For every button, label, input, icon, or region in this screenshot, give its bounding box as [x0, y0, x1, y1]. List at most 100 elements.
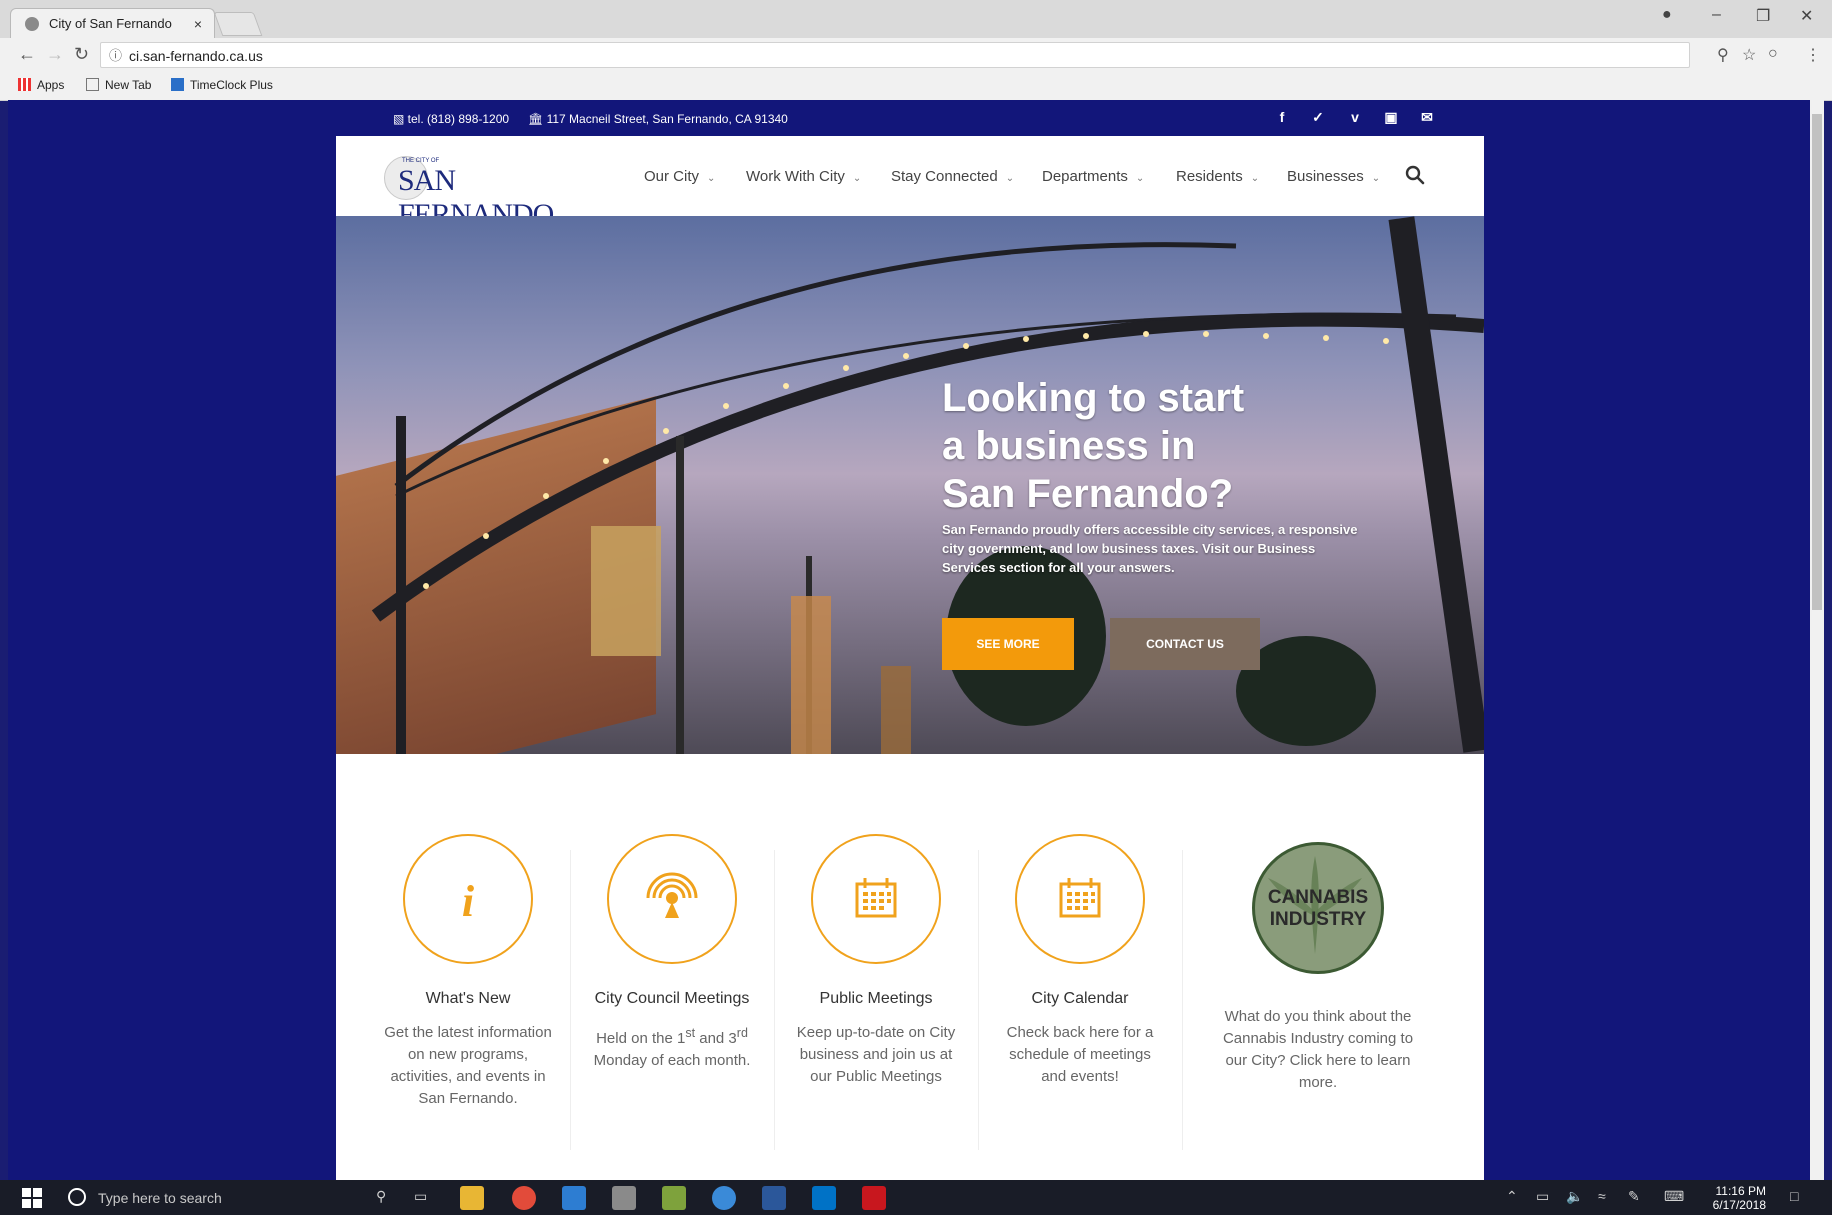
close-window-icon[interactable]: ✕ — [1800, 6, 1813, 26]
hero-body: San Fernando proudly offers accessible c… — [942, 522, 1358, 575]
feature-desc: Check back here for a schedule of meetin… — [1006, 1024, 1154, 1085]
calendar-circle[interactable] — [811, 834, 941, 964]
divider — [1182, 850, 1183, 1150]
chevron-down-icon: ⌄ — [707, 173, 716, 184]
forward-icon[interactable]: → — [46, 44, 64, 65]
windows-start-icon[interactable] — [22, 1188, 42, 1208]
back-icon[interactable]: ← — [18, 44, 36, 65]
svg-text:i: i — [462, 877, 475, 926]
twitter-icon[interactable]: ✓ — [1308, 109, 1328, 126]
address-bar[interactable]: ⓘ ci.san-fernando.ca.us — [100, 42, 1690, 68]
reload-icon[interactable]: ↻ — [74, 44, 89, 65]
nav-departments[interactable]: Departments ⌄ — [1042, 168, 1144, 185]
bookmark-apps[interactable]: Apps — [18, 78, 64, 92]
apps-grid-icon — [18, 78, 31, 91]
chevron-down-icon: ⌄ — [1135, 173, 1145, 184]
nav-residents[interactable]: Residents ⌄ — [1176, 168, 1259, 185]
file-explorer-icon[interactable] — [460, 1186, 484, 1210]
zoom-icon[interactable]: ⚲ — [1717, 45, 1729, 65]
system-clock[interactable]: 11:16 PM 6/17/2018 — [1713, 1184, 1766, 1212]
hero-headline: Looking to start a business in San Ferna… — [942, 376, 1245, 516]
feature-city-council[interactable]: City Council Meetings Held on the 1st an… — [572, 834, 772, 1072]
cortana-icon — [68, 1188, 86, 1206]
broadcast-icon — [646, 872, 698, 918]
email-icon[interactable]: ✉ — [1417, 109, 1437, 126]
outlook-icon[interactable] — [812, 1186, 836, 1210]
tab-close-icon[interactable]: × — [194, 9, 202, 39]
feature-whats-new[interactable]: i What's New Get the latest information … — [368, 834, 568, 1110]
windows-taskbar: Type here to search ⚲ ▭ ⌃ ▭ 🔈 ≈ ✎ ⌨ 11:1… — [0, 1180, 1832, 1215]
nav-businesses[interactable]: Businesses ⌄ — [1287, 168, 1380, 185]
browser-toolbar: ← → ↻ ⓘ ci.san-fernando.ca.us ⚲ ☆ ○ ⋮ — [0, 38, 1832, 74]
tab-title: City of San Fernando — [49, 16, 172, 31]
restore-icon[interactable]: ❐ — [1756, 6, 1770, 26]
cannabis-badge[interactable]: CANNABIS INDUSTRY — [1252, 842, 1384, 974]
see-more-button[interactable]: SEE MORE — [942, 618, 1074, 670]
bookmark-new-tab[interactable]: New Tab — [86, 78, 151, 92]
bookmarks-bar: Apps New Tab TimeClock Plus — [0, 74, 1832, 101]
notifications-icon[interactable]: □ — [1790, 1188, 1798, 1204]
feature-city-calendar[interactable]: City Calendar Check back here for a sche… — [980, 834, 1180, 1088]
contact-us-button[interactable]: CONTACT US — [1110, 618, 1260, 670]
cannabis-link-text[interactable]: What do you think about the Cannabis Ind… — [1198, 1006, 1438, 1094]
hero-banner: Looking to start a business in San Ferna… — [336, 216, 1484, 754]
app-icon[interactable] — [662, 1186, 686, 1210]
taskbar-search[interactable]: Type here to search — [66, 1186, 366, 1210]
feature-public-meetings[interactable]: Public Meetings Keep up-to-date on City … — [776, 834, 976, 1088]
chevron-down-icon: ⌄ — [1250, 173, 1260, 184]
bookmark-timeclock[interactable]: TimeClock Plus — [171, 78, 273, 92]
menu-icon[interactable]: ⋮ — [1805, 45, 1821, 65]
pen-icon[interactable]: ✎ — [1628, 1188, 1640, 1205]
chevron-down-icon: ⌄ — [1005, 173, 1015, 184]
browser-tab[interactable]: City of San Fernando × — [10, 8, 215, 38]
address-link[interactable]: 🏛 117 Macneil Street, San Fernando, CA 9… — [528, 112, 788, 126]
broadcast-circle[interactable] — [607, 834, 737, 964]
browser-app-icon[interactable] — [712, 1186, 736, 1210]
chrome-icon[interactable] — [512, 1186, 536, 1210]
search-icon[interactable] — [1404, 164, 1426, 186]
edge-icon[interactable] — [562, 1186, 586, 1210]
nav-stay-connected[interactable]: Stay Connected ⌄ — [891, 168, 1014, 185]
info-circle[interactable]: i — [403, 834, 533, 964]
feature-title: City Council Meetings — [594, 990, 750, 1007]
url-text: ci.san-fernando.ca.us — [129, 48, 263, 64]
divider — [570, 850, 571, 1150]
calendar-circle[interactable] — [1015, 834, 1145, 964]
feature-cannabis[interactable]: CANNABIS INDUSTRY What do you think abou… — [1198, 842, 1438, 1094]
info-icon: i — [462, 877, 475, 926]
facebook-icon[interactable]: f — [1272, 109, 1292, 125]
chevron-up-icon[interactable]: ⌃ — [1506, 1188, 1518, 1205]
contact-bar: ▧ tel. (818) 898-1200 🏛 117 Macneil Stre… — [383, 104, 1483, 134]
page-scrollbar[interactable] — [1810, 100, 1824, 1180]
feature-desc: Held on the 1st and 3rd Monday of each m… — [593, 1026, 751, 1069]
browser-chrome: City of San Fernando × ● – ❐ ✕ ← → ↻ ⓘ c… — [0, 0, 1832, 101]
microphone-icon[interactable]: ⚲ — [376, 1188, 386, 1205]
calendar-icon — [1059, 878, 1101, 918]
city-logo[interactable]: THE CITY OF SAN FERNANDO — [384, 154, 554, 231]
mail-icon[interactable] — [612, 1186, 636, 1210]
wifi-icon[interactable]: ≈ — [1598, 1188, 1606, 1204]
word-icon[interactable] — [762, 1186, 786, 1210]
scrollbar-thumb[interactable] — [1812, 114, 1822, 610]
feature-desc: Keep up-to-date on City business and joi… — [796, 1024, 956, 1085]
instagram-icon[interactable]: ▣ — [1381, 109, 1401, 126]
tab-strip: City of San Fernando × ● – ❐ ✕ — [0, 0, 1832, 38]
divider — [978, 850, 979, 1150]
keyboard-icon[interactable]: ⌨ — [1664, 1188, 1684, 1205]
feature-title: What's New — [425, 990, 511, 1007]
profile-icon[interactable]: ● — [1662, 6, 1672, 24]
phone-link[interactable]: ▧ tel. (818) 898-1200 — [393, 112, 509, 126]
bookmark-star-icon[interactable]: ☆ — [1742, 45, 1756, 65]
extension-icon[interactable]: ○ — [1768, 45, 1778, 63]
battery-icon[interactable]: ▭ — [1536, 1188, 1549, 1205]
task-view-icon[interactable]: ▭ — [414, 1188, 427, 1205]
nav-work-with-city[interactable]: Work With City ⌄ — [746, 168, 861, 185]
divider — [774, 850, 775, 1150]
nav-our-city[interactable]: Our City ⌄ — [644, 168, 715, 185]
site-info-icon[interactable]: ⓘ — [109, 43, 122, 69]
new-tab-button[interactable] — [213, 12, 263, 36]
minimize-icon[interactable]: – — [1712, 6, 1721, 24]
volume-icon[interactable]: 🔈 — [1566, 1188, 1583, 1205]
acrobat-icon[interactable] — [862, 1186, 886, 1210]
vimeo-icon[interactable]: v — [1345, 109, 1365, 125]
